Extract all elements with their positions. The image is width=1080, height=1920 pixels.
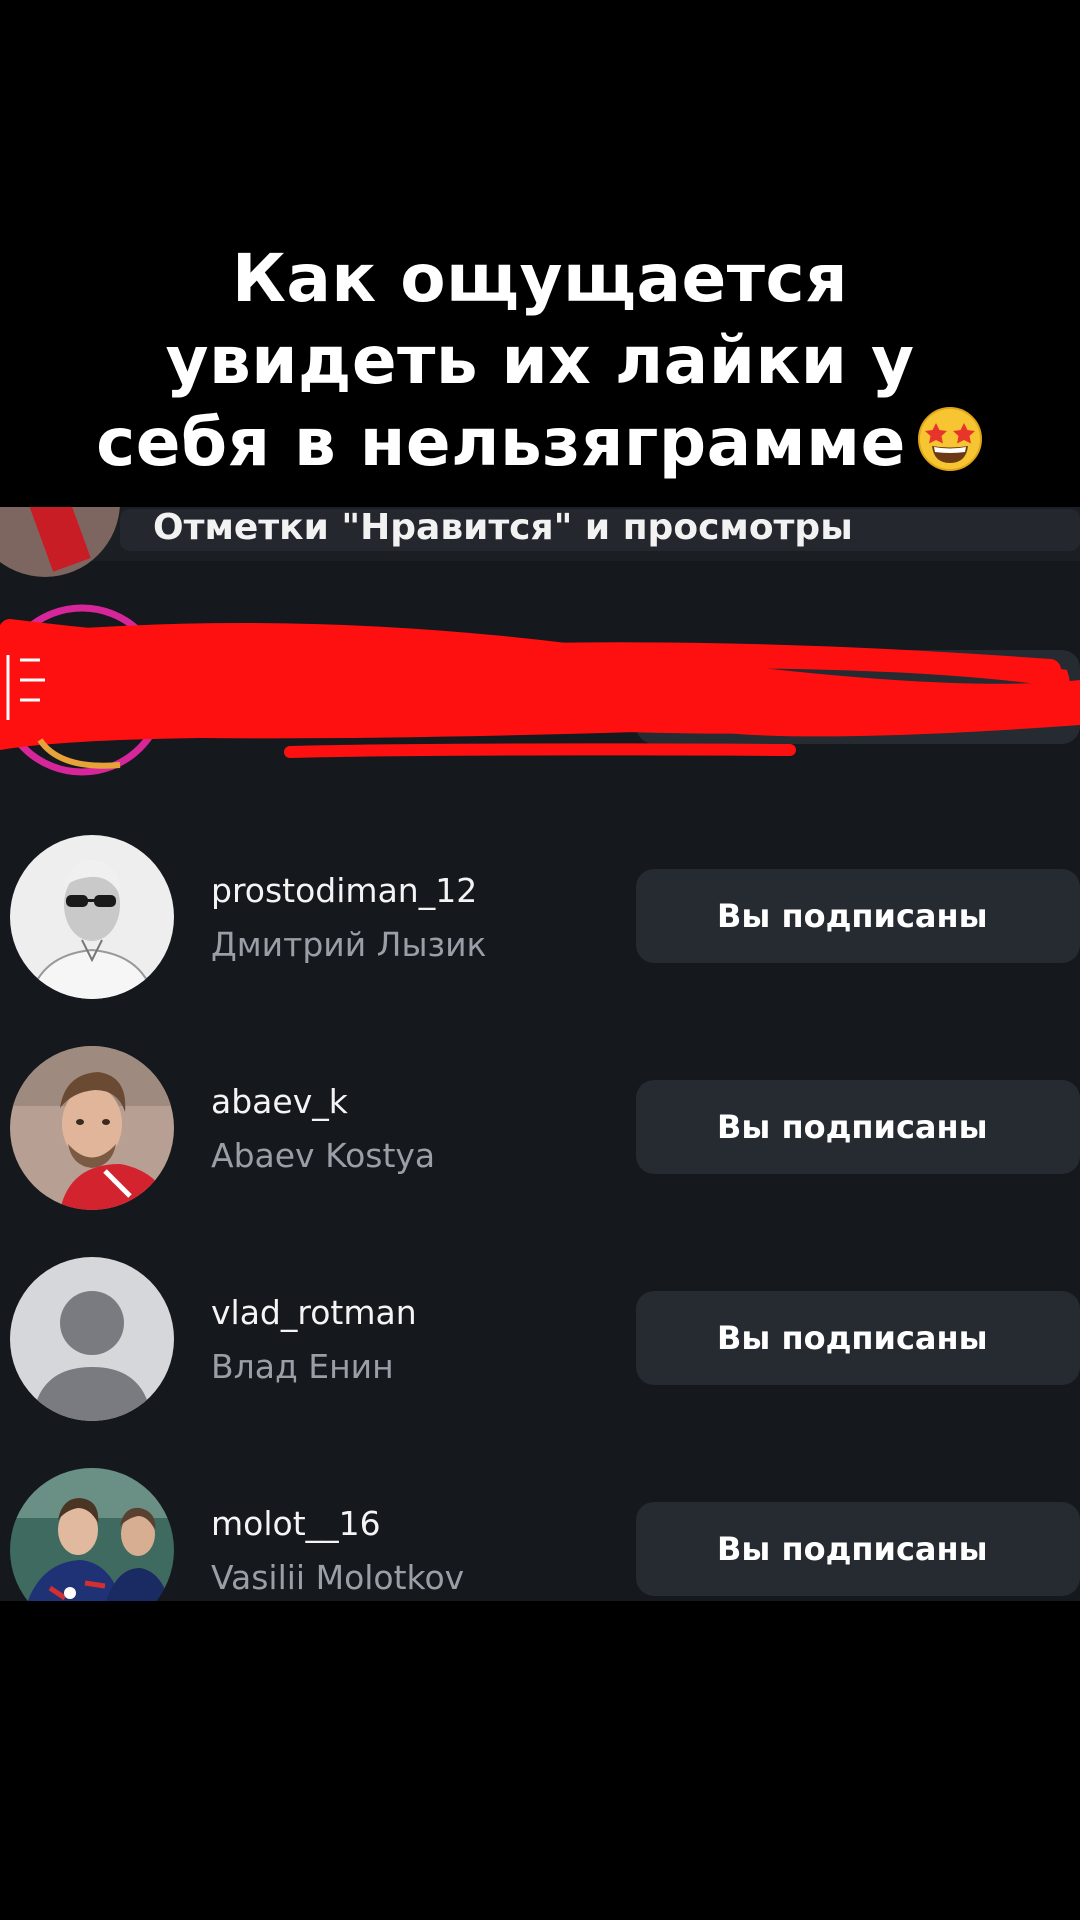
avatar[interactable] xyxy=(10,835,174,999)
red-redaction-scribble xyxy=(0,604,1080,776)
list-item: prostodiman_12 Дмитрий Лызик Вы подписан… xyxy=(0,835,1080,1005)
list-item: vlad_rotman Влад Енин Вы подписаны xyxy=(0,1257,1080,1427)
full-name: Дмитрий Лызик xyxy=(211,925,487,964)
full-name: Влад Енин xyxy=(211,1347,394,1386)
avatar[interactable] xyxy=(10,1257,174,1421)
username[interactable]: molot__16 xyxy=(211,1504,381,1544)
following-button[interactable]: Вы подписаны xyxy=(636,1502,1080,1596)
caption-line-3: себя в нельзяграмме xyxy=(0,402,1080,484)
avatar[interactable] xyxy=(10,1046,174,1210)
default-user-avatar-icon xyxy=(10,1257,174,1421)
user-photo-avatar-icon xyxy=(10,1468,174,1601)
header-bar: Отметки "Нравится" и просмотры xyxy=(0,507,1080,577)
caption-line-3-text: себя в нельзяграмме xyxy=(96,404,906,481)
caption: Как ощущается увидеть их лайки у себя в … xyxy=(0,238,1080,484)
username[interactable]: vlad_rotman xyxy=(211,1293,417,1333)
likes-screen: Отметки "Нравится" и просмотры prostodim… xyxy=(0,507,1080,1601)
full-name: Abaev Kostya xyxy=(211,1136,436,1175)
following-button[interactable]: Вы подписаны xyxy=(636,1291,1080,1385)
username[interactable]: prostodiman_12 xyxy=(211,871,477,911)
header-title: Отметки "Нравится" и просмотры xyxy=(153,507,853,548)
star-struck-emoji-icon xyxy=(917,407,982,471)
avatar[interactable] xyxy=(10,1468,174,1601)
full-name: Vasilii Molotkov xyxy=(211,1558,465,1597)
list-item: abaev_k Abaev Kostya Вы подписаны xyxy=(0,1046,1080,1216)
following-button[interactable]: Вы подписаны xyxy=(636,869,1080,963)
list-item: molot__16 Vasilii Molotkov Вы подписаны xyxy=(0,1468,1080,1601)
header-avatar-shirt xyxy=(29,507,91,572)
caption-line-2: увидеть их лайки у xyxy=(165,322,915,399)
username[interactable]: abaev_k xyxy=(211,1082,348,1122)
following-button[interactable]: Вы подписаны xyxy=(636,1080,1080,1174)
caption-line-1: Как ощущается xyxy=(231,240,849,317)
header-avatar xyxy=(0,507,120,577)
user-photo-avatar-icon xyxy=(10,1046,174,1210)
user-photo-avatar-icon xyxy=(10,835,174,999)
